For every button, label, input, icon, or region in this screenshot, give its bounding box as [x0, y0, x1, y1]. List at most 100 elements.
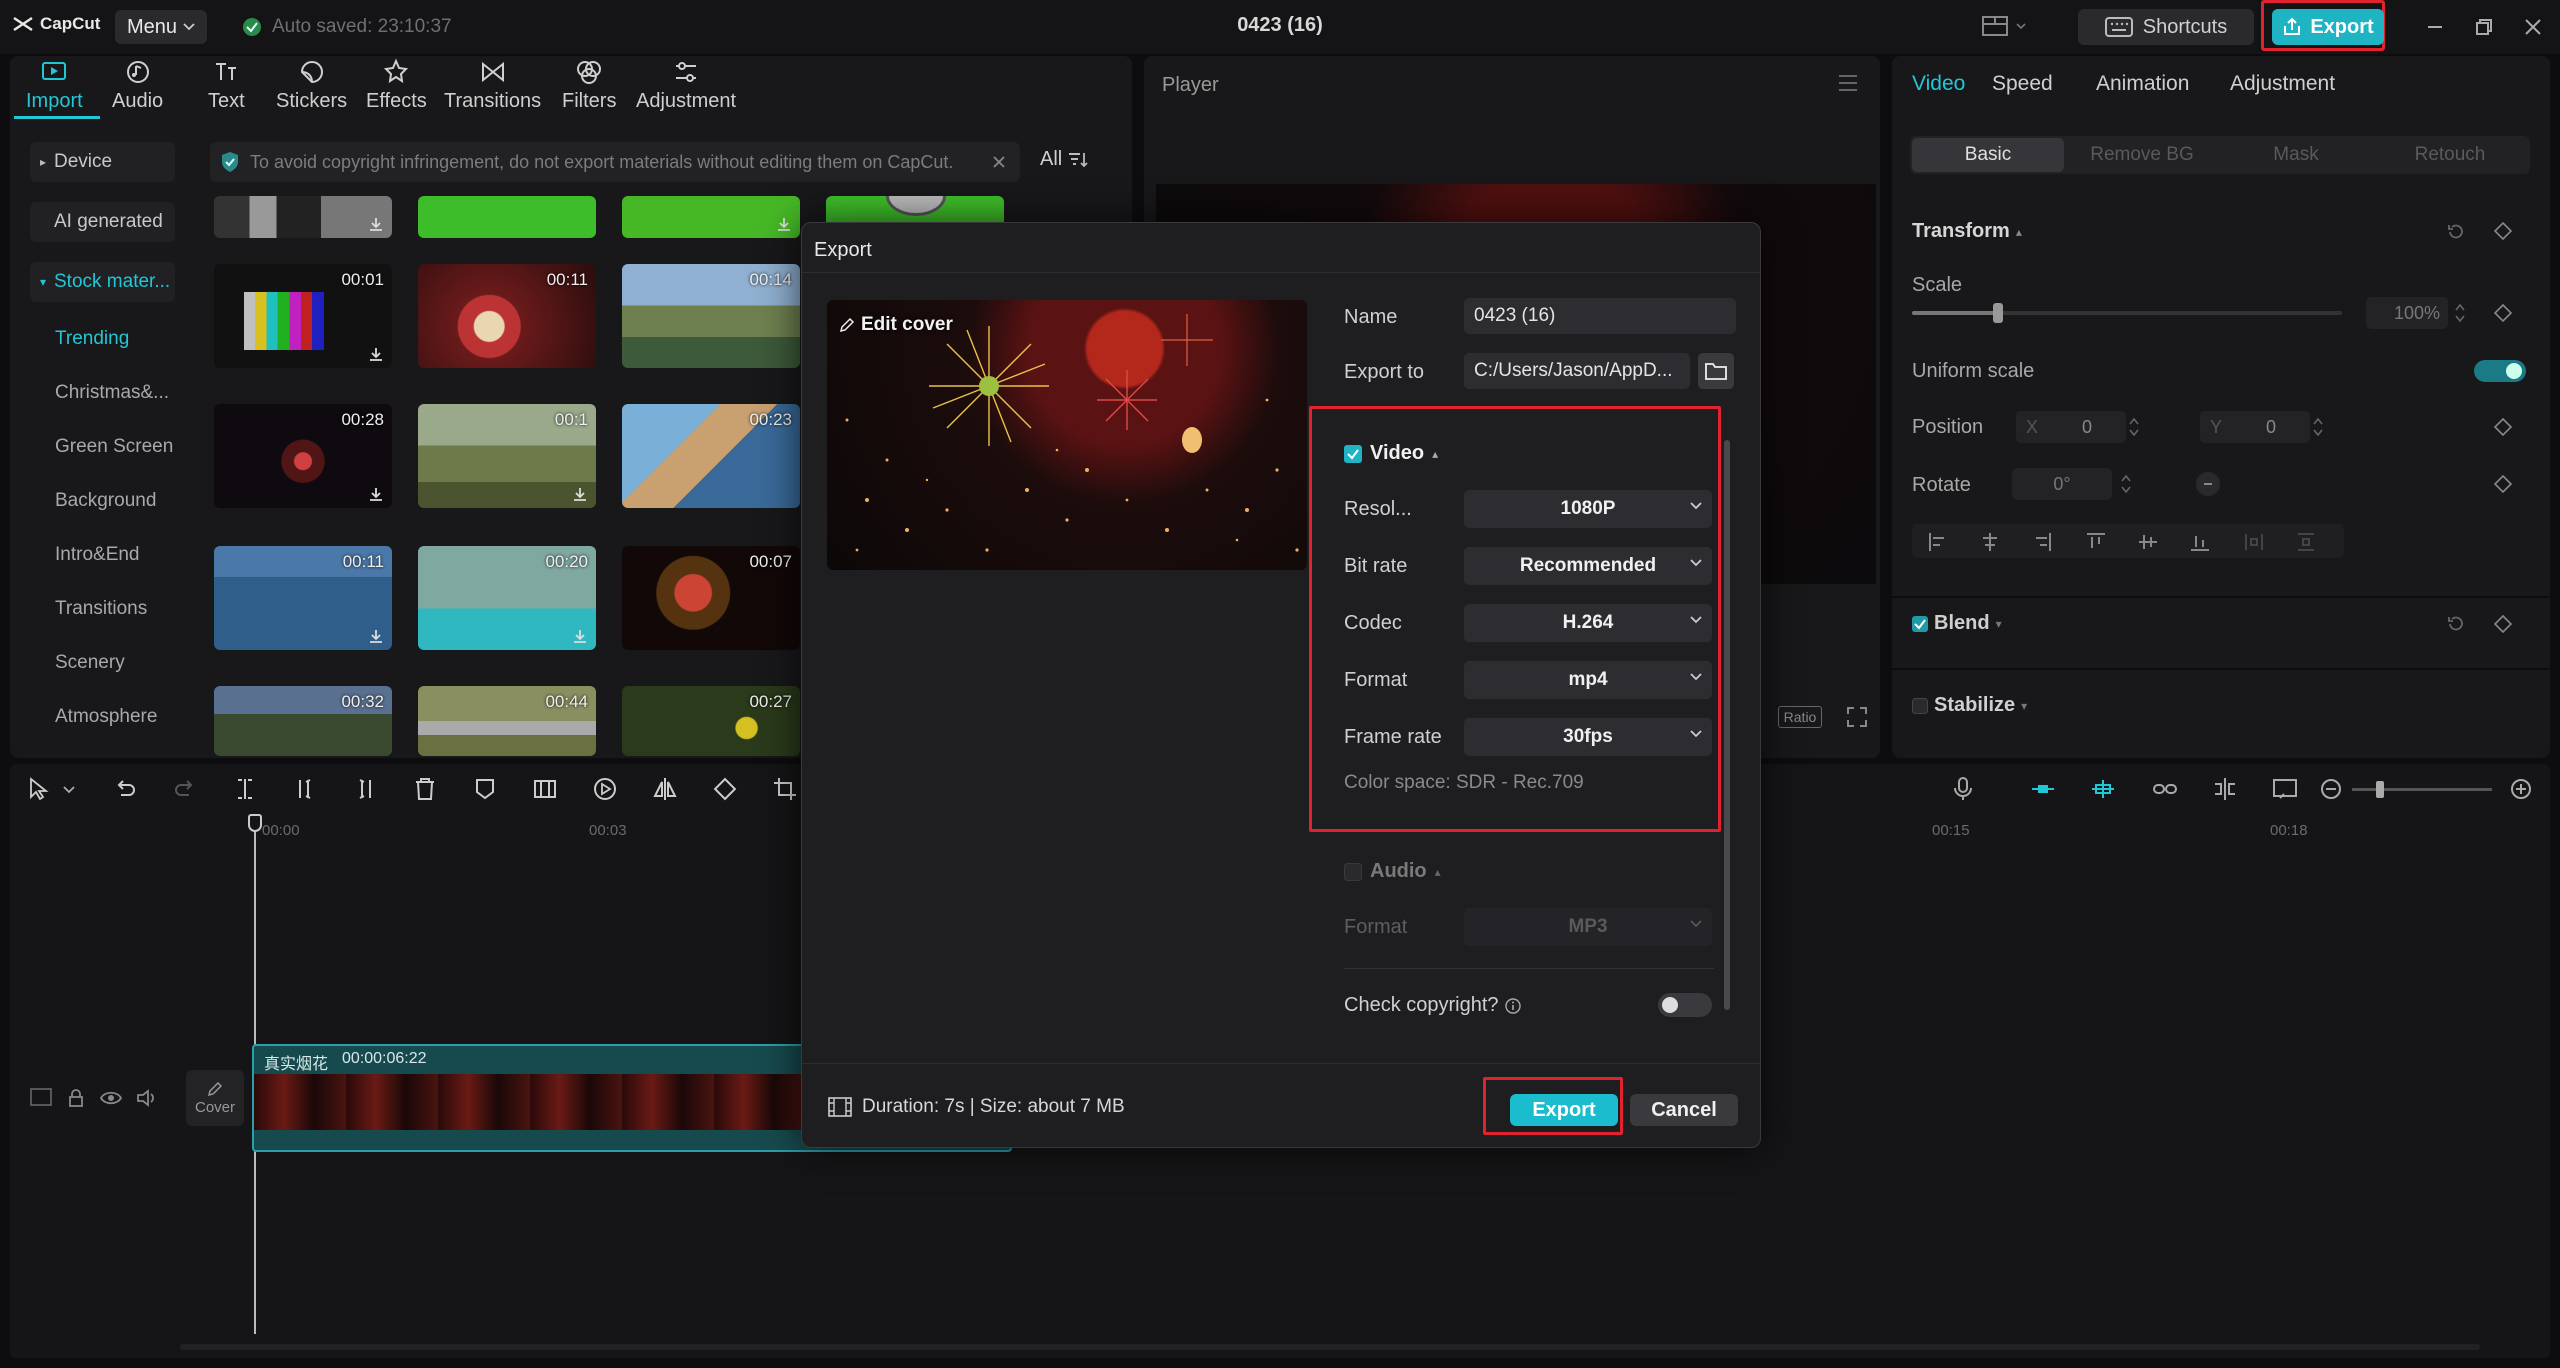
- keyframe-icon[interactable]: [2494, 475, 2512, 493]
- tab-text[interactable]: Text: [208, 58, 245, 113]
- category-item[interactable]: Transitions: [55, 598, 147, 620]
- checkbox-unchecked-icon[interactable]: [1912, 697, 1928, 714]
- cover-preview[interactable]: Edit cover: [827, 300, 1307, 570]
- download-icon[interactable]: [368, 216, 384, 232]
- info-icon[interactable]: [1504, 997, 1521, 1014]
- preview-axis-icon[interactable]: [2212, 776, 2238, 802]
- delete-left-icon[interactable]: [292, 776, 318, 802]
- category-item[interactable]: Background: [55, 490, 156, 512]
- tab-filters[interactable]: Filters: [562, 58, 616, 113]
- ratio-button[interactable]: Ratio: [1778, 706, 1822, 728]
- distribute-v-icon[interactable]: [2296, 532, 2316, 552]
- transform-section-header[interactable]: Transform ▴: [1912, 220, 2022, 243]
- play-circle-icon[interactable]: [592, 776, 618, 802]
- keyframe-icon[interactable]: [2494, 418, 2512, 436]
- scale-slider-track[interactable]: [1912, 303, 2342, 323]
- download-icon[interactable]: [368, 346, 384, 362]
- reset-icon[interactable]: [2446, 222, 2466, 242]
- stepper-icon[interactable]: [2128, 414, 2140, 440]
- position-x-field[interactable]: X 0: [2016, 411, 2126, 443]
- cover-button[interactable]: Cover: [186, 1070, 244, 1126]
- blend-section-header[interactable]: Blend ▾: [1912, 612, 2002, 635]
- media-thumb[interactable]: 00:07: [622, 546, 800, 650]
- cancel-button[interactable]: Cancel: [1630, 1094, 1738, 1126]
- stepper-icon[interactable]: [2120, 471, 2132, 497]
- dialog-scrollbar[interactable]: [1724, 440, 1730, 1010]
- media-thumb[interactable]: 00:11: [418, 264, 596, 368]
- name-input[interactable]: 0423 (16): [1464, 298, 1736, 334]
- position-y-field[interactable]: Y 0: [2200, 411, 2310, 443]
- check-copyright-toggle[interactable]: [1658, 993, 1712, 1017]
- media-thumb[interactable]: 00:20: [418, 546, 596, 650]
- trash-icon[interactable]: [412, 776, 438, 802]
- keyframe-icon[interactable]: [2494, 615, 2512, 633]
- close-icon[interactable]: [2524, 18, 2542, 36]
- checkbox-unchecked-icon[interactable]: [1344, 862, 1362, 881]
- export-button[interactable]: Export: [1510, 1094, 1618, 1126]
- download-icon[interactable]: [368, 486, 384, 502]
- tab-audio[interactable]: Audio: [112, 58, 163, 113]
- chevron-down-icon[interactable]: [62, 776, 76, 802]
- align-right-icon[interactable]: [2032, 532, 2052, 552]
- uniform-scale-toggle[interactable]: [2474, 360, 2526, 382]
- crop-icon[interactable]: [772, 776, 798, 802]
- align-center-v-icon[interactable]: [2138, 532, 2158, 552]
- download-icon[interactable]: [368, 628, 384, 644]
- media-thumb[interactable]: 00:11: [214, 546, 392, 650]
- video-setting-select[interactable]: Recommended: [1464, 547, 1712, 585]
- download-icon[interactable]: [572, 486, 588, 502]
- category-item[interactable]: Atmosphere: [55, 706, 157, 728]
- distribute-h-icon[interactable]: [2244, 532, 2264, 552]
- properties-tab-animation[interactable]: Animation: [2096, 72, 2189, 96]
- media-thumb[interactable]: 00:32: [214, 686, 392, 756]
- category-item[interactable]: Green Screen: [55, 436, 173, 458]
- checkbox-checked-icon[interactable]: [1912, 615, 1928, 632]
- category-item[interactable]: Intro&End: [55, 544, 140, 566]
- media-thumb[interactable]: [622, 196, 800, 238]
- redo-icon[interactable]: [172, 776, 198, 802]
- rotate-field[interactable]: 0°: [2012, 468, 2112, 500]
- rotate-icon[interactable]: [712, 776, 738, 802]
- keyframe-icon[interactable]: [2494, 222, 2512, 240]
- stabilize-section-header[interactable]: Stabilize ▾: [1912, 694, 2027, 717]
- microphone-icon[interactable]: [1950, 776, 1976, 802]
- marker-icon[interactable]: [472, 776, 498, 802]
- tab-stickers[interactable]: Stickers: [276, 58, 347, 113]
- zoom-in-icon[interactable]: [2508, 776, 2534, 802]
- stepper-icon[interactable]: [2312, 414, 2324, 440]
- auto-snap-icon[interactable]: [2090, 776, 2116, 802]
- media-thumb[interactable]: [214, 196, 392, 238]
- video-section-header[interactable]: Video ▴: [1344, 442, 1438, 465]
- minimize-icon[interactable]: [2426, 18, 2444, 36]
- subtab-mask[interactable]: Mask: [2220, 138, 2372, 172]
- tab-transitions[interactable]: Transitions: [444, 58, 541, 113]
- video-setting-select[interactable]: 1080P: [1464, 490, 1712, 528]
- scale-value-field[interactable]: 100%: [2366, 297, 2448, 329]
- category-item[interactable]: Trending: [55, 328, 129, 350]
- media-thumb[interactable]: 00:14: [622, 264, 800, 368]
- media-thumb[interactable]: [418, 196, 596, 238]
- video-setting-select[interactable]: mp4: [1464, 661, 1712, 699]
- fullscreen-icon[interactable]: [1846, 706, 1868, 728]
- properties-tab-video[interactable]: Video: [1912, 72, 1965, 96]
- top-export-button[interactable]: Export: [2272, 9, 2384, 45]
- mirror-icon[interactable]: [652, 776, 678, 802]
- tab-import[interactable]: Import: [26, 58, 83, 113]
- align-bottom-icon[interactable]: [2190, 532, 2210, 552]
- filter-button[interactable]: All: [1040, 148, 1088, 171]
- media-thumb[interactable]: 00:27: [622, 686, 800, 756]
- subtab-retouch[interactable]: Retouch: [2374, 138, 2526, 172]
- zoom-slider[interactable]: [2352, 781, 2492, 798]
- menu-lines-icon[interactable]: [1838, 74, 1858, 92]
- media-thumb[interactable]: 00:44: [418, 686, 596, 756]
- restore-icon[interactable]: [2475, 18, 2493, 36]
- reset-icon[interactable]: [2446, 614, 2466, 634]
- zoom-slider-thumb[interactable]: [2376, 781, 2384, 798]
- checkbox-checked-icon[interactable]: [1344, 444, 1362, 463]
- category-item[interactable]: Christmas&...: [55, 382, 169, 404]
- category-item[interactable]: Scenery: [55, 652, 125, 674]
- lock-icon[interactable]: [66, 1088, 86, 1108]
- media-thumb[interactable]: 00:1: [418, 404, 596, 508]
- split-icon[interactable]: [232, 776, 258, 802]
- sidebar-item-stock[interactable]: ▾ Stock mater...: [30, 262, 175, 302]
